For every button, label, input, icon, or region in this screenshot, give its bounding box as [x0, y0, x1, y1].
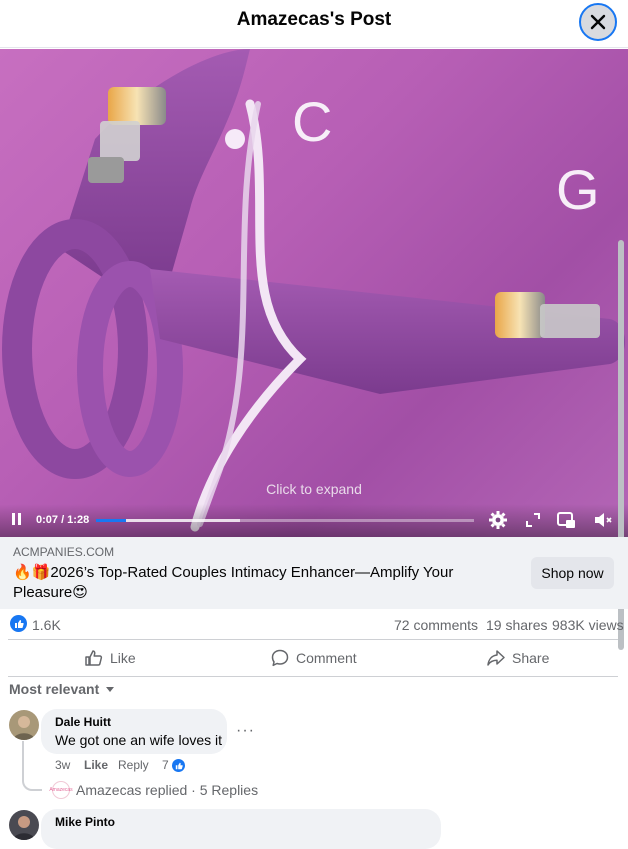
- fullscreen-icon[interactable]: [523, 510, 543, 530]
- engagement-stats: 1.6K 72 comments 19 shares 983K views: [0, 612, 628, 638]
- motor-chip-shaft: [495, 292, 600, 338]
- progress-bar[interactable]: [96, 519, 474, 522]
- replies-summary: Amazecas replied · 5 Replies: [76, 782, 259, 798]
- comment-text: We got one an wife loves it: [55, 732, 223, 748]
- comment-reaction-count[interactable]: 7: [162, 758, 169, 772]
- comment-count[interactable]: 72 comments: [394, 617, 478, 633]
- shop-now-button[interactable]: Shop now: [531, 557, 614, 589]
- comment-reply-button[interactable]: Reply: [118, 758, 149, 772]
- comment-sort-dropdown[interactable]: Most relevant: [9, 681, 115, 697]
- progress-fill: [96, 519, 127, 522]
- like-count[interactable]: 1.6K: [32, 617, 61, 633]
- expand-hint[interactable]: Click to expand: [0, 481, 628, 497]
- post-title: Amazecas's Post: [236, 9, 392, 30]
- video-player[interactable]: C G Click to expand 0:07 / 1:28: [0, 49, 628, 537]
- more-options-button[interactable]: ···: [236, 722, 255, 740]
- comment-like-icon: [171, 758, 186, 773]
- sort-label: Most relevant: [9, 681, 100, 697]
- letter-g: G: [556, 158, 600, 221]
- comment-button[interactable]: Comment: [270, 640, 357, 676]
- like-button[interactable]: Like: [84, 640, 136, 676]
- view-count: 983K views: [552, 617, 624, 633]
- comment-bubble: Dale Huitt We got one an wife loves it: [41, 709, 227, 754]
- like-reaction-icon[interactable]: [10, 615, 27, 632]
- letter-c: C: [292, 90, 332, 153]
- thumbs-up-icon: [85, 650, 103, 666]
- avatar[interactable]: [9, 710, 39, 740]
- comment-icon: [271, 649, 289, 667]
- link-preview-card[interactable]: ACMPANIES.COM 🔥🎁2026’s Top-Rated Couples…: [0, 537, 628, 609]
- close-button[interactable]: [579, 3, 617, 41]
- link-title[interactable]: 🔥🎁2026’s Top-Rated Couples Intimacy Enha…: [13, 563, 503, 603]
- share-label: Share: [512, 650, 550, 666]
- comment-bubble: Mike Pinto: [41, 809, 441, 849]
- reply-thread-line: [22, 741, 42, 791]
- mute-icon[interactable]: [593, 510, 613, 530]
- post-actions: Like Comment Share: [8, 639, 618, 677]
- share-button[interactable]: Share: [486, 640, 549, 676]
- comment-author[interactable]: Mike Pinto: [55, 815, 115, 829]
- gear-icon[interactable]: [488, 510, 508, 530]
- comment-author[interactable]: Dale Huitt: [55, 715, 111, 729]
- video-frame: C G: [2, 49, 625, 532]
- caret-down-icon: [106, 687, 115, 692]
- link-domain: ACMPANIES.COM: [13, 545, 115, 559]
- video-controls: 0:07 / 1:28: [0, 504, 628, 537]
- pause-icon[interactable]: [11, 513, 23, 526]
- comment-label: Comment: [296, 650, 357, 666]
- comment-like-button[interactable]: Like: [84, 758, 108, 772]
- like-label: Like: [110, 650, 136, 666]
- share-count[interactable]: 19 shares: [486, 617, 547, 633]
- reply-avatar: Amazecas: [49, 781, 73, 799]
- comment-time[interactable]: 3w: [55, 758, 70, 772]
- close-icon: [590, 14, 606, 30]
- post-header: Amazecas's Post: [0, 0, 628, 48]
- share-icon: [487, 650, 505, 666]
- video-time: 0:07 / 1:28: [36, 514, 90, 526]
- avatar[interactable]: [9, 810, 39, 840]
- view-replies-link[interactable]: Amazecas Amazecas replied · 5 Replies: [49, 781, 259, 799]
- picture-in-picture-icon[interactable]: [556, 510, 576, 530]
